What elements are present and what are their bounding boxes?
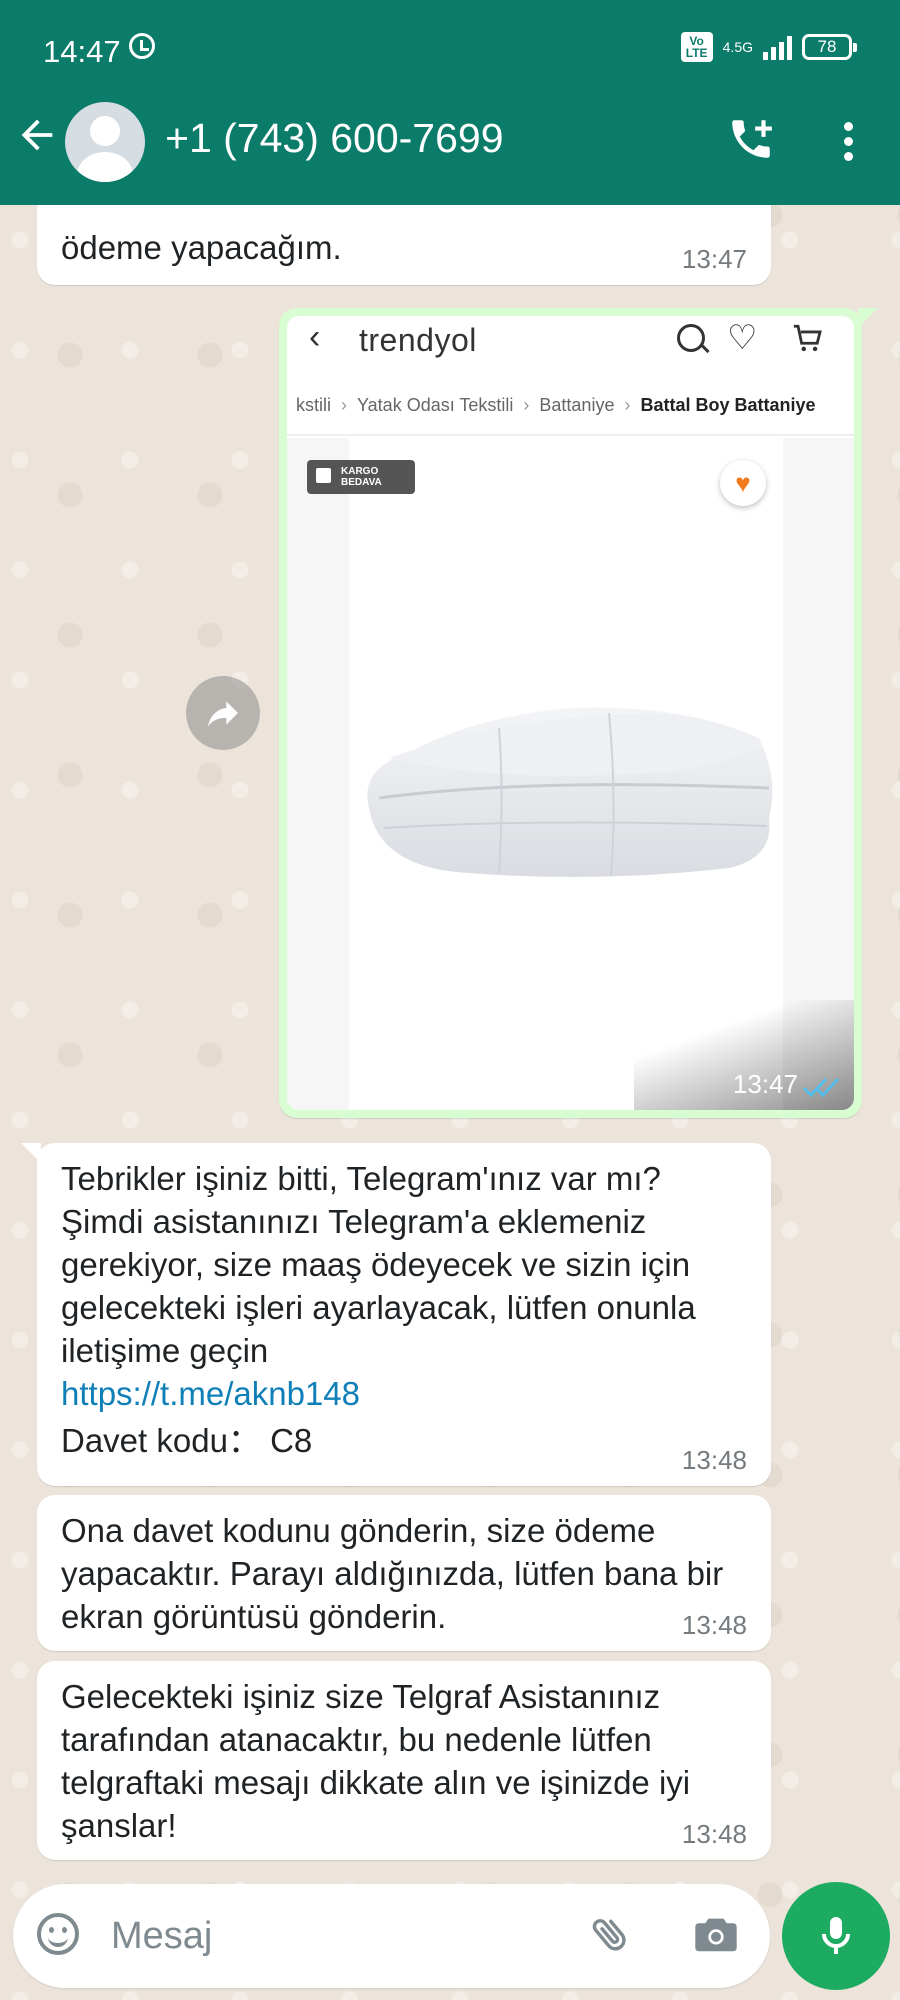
message-outgoing-image[interactable]: ‹ trendyol ♡ kstili › Yatak Odası Teksti… bbox=[279, 308, 878, 1118]
chevron-right-icon: › bbox=[523, 394, 530, 415]
box-icon bbox=[316, 468, 331, 483]
signal-icon bbox=[763, 34, 792, 60]
battery-icon: 78 bbox=[802, 34, 857, 60]
heart-icon: ♡ bbox=[727, 319, 758, 357]
forward-icon bbox=[208, 701, 238, 727]
message-time: 13:48 bbox=[681, 1610, 747, 1640]
network-type: 4.5G bbox=[722, 39, 753, 55]
trendyol-header: ‹ trendyol ♡ bbox=[287, 316, 854, 366]
voice-record-button[interactable] bbox=[782, 1882, 890, 1990]
cart-icon bbox=[793, 324, 822, 352]
volte-icon: Vo LTE bbox=[680, 32, 713, 62]
free-shipping-badge: KARGO BEDAVA bbox=[307, 460, 415, 494]
message-incoming[interactable]: Gelecekteki işiniz size Telgraf Asistanı… bbox=[37, 1661, 771, 1860]
add-call-icon[interactable] bbox=[726, 114, 776, 164]
trendyol-logo: trendyol bbox=[359, 322, 477, 358]
favorite-heart-icon: ♥ bbox=[720, 460, 766, 506]
back-arrow-icon[interactable] bbox=[14, 112, 60, 158]
contact-name[interactable]: +1 (743) 600-7699 bbox=[165, 115, 504, 162]
more-vert-icon[interactable] bbox=[835, 118, 861, 166]
message-text: Ona davet kodunu gönderin, size ödeme ya… bbox=[61, 1512, 724, 1635]
breadcrumb-item: kstili bbox=[296, 394, 331, 415]
chevron-right-icon: › bbox=[341, 394, 347, 415]
message-input[interactable] bbox=[109, 1906, 483, 1966]
mic-icon bbox=[822, 1917, 850, 1954]
chevron-left-icon: ‹ bbox=[309, 318, 321, 356]
breadcrumb-item: Battaniye bbox=[539, 394, 615, 415]
message-time: 13:47 bbox=[732, 1069, 798, 1099]
duvet-image bbox=[367, 707, 773, 877]
message-time: 13:47 bbox=[681, 244, 747, 274]
breadcrumb-item: Yatak Odası Tekstili bbox=[357, 394, 514, 415]
chat-header: 14:47 Vo LTE 4.5G 78 +1 (743) 600-7699 bbox=[0, 0, 900, 205]
avatar[interactable] bbox=[65, 102, 145, 182]
camera-icon[interactable] bbox=[693, 1914, 739, 1954]
search-icon bbox=[677, 324, 705, 352]
message-incoming[interactable]: Ona davet kodunu gönderin, size ödeme ya… bbox=[37, 1495, 771, 1651]
message-time: 13:48 bbox=[681, 1819, 747, 1849]
attach-icon[interactable] bbox=[588, 1912, 634, 1958]
telegram-link[interactable]: https://t.me/aknb148 bbox=[61, 1372, 747, 1415]
message-incoming[interactable]: Tebrikler işiniz bitti, Telegram'ınız va… bbox=[21, 1143, 771, 1486]
message-time: 13:48 bbox=[681, 1445, 747, 1475]
forward-button[interactable] bbox=[186, 676, 260, 750]
alarm-icon bbox=[129, 33, 155, 59]
message-text: Tebrikler işiniz bitti, Telegram'ınız va… bbox=[37, 1143, 771, 1462]
status-icons: Vo LTE 4.5G 78 bbox=[680, 32, 857, 62]
status-time: 14:47 bbox=[43, 34, 121, 69]
breadcrumb-current: Battal Boy Battaniye bbox=[640, 394, 816, 415]
shared-screenshot[interactable]: ‹ trendyol ♡ kstili › Yatak Odası Teksti… bbox=[287, 316, 854, 1110]
read-ticks-icon bbox=[802, 1077, 840, 1098]
emoji-icon[interactable] bbox=[37, 1913, 79, 1955]
message-text: Gelecekteki işiniz size Telgraf Asistanı… bbox=[61, 1678, 691, 1844]
message-composer bbox=[13, 1884, 770, 1988]
invite-code: Davet kodu： C8 bbox=[61, 1422, 313, 1459]
chevron-right-icon: › bbox=[624, 394, 631, 415]
breadcrumb: kstili › Yatak Odası Tekstili › Battaniy… bbox=[287, 376, 854, 436]
